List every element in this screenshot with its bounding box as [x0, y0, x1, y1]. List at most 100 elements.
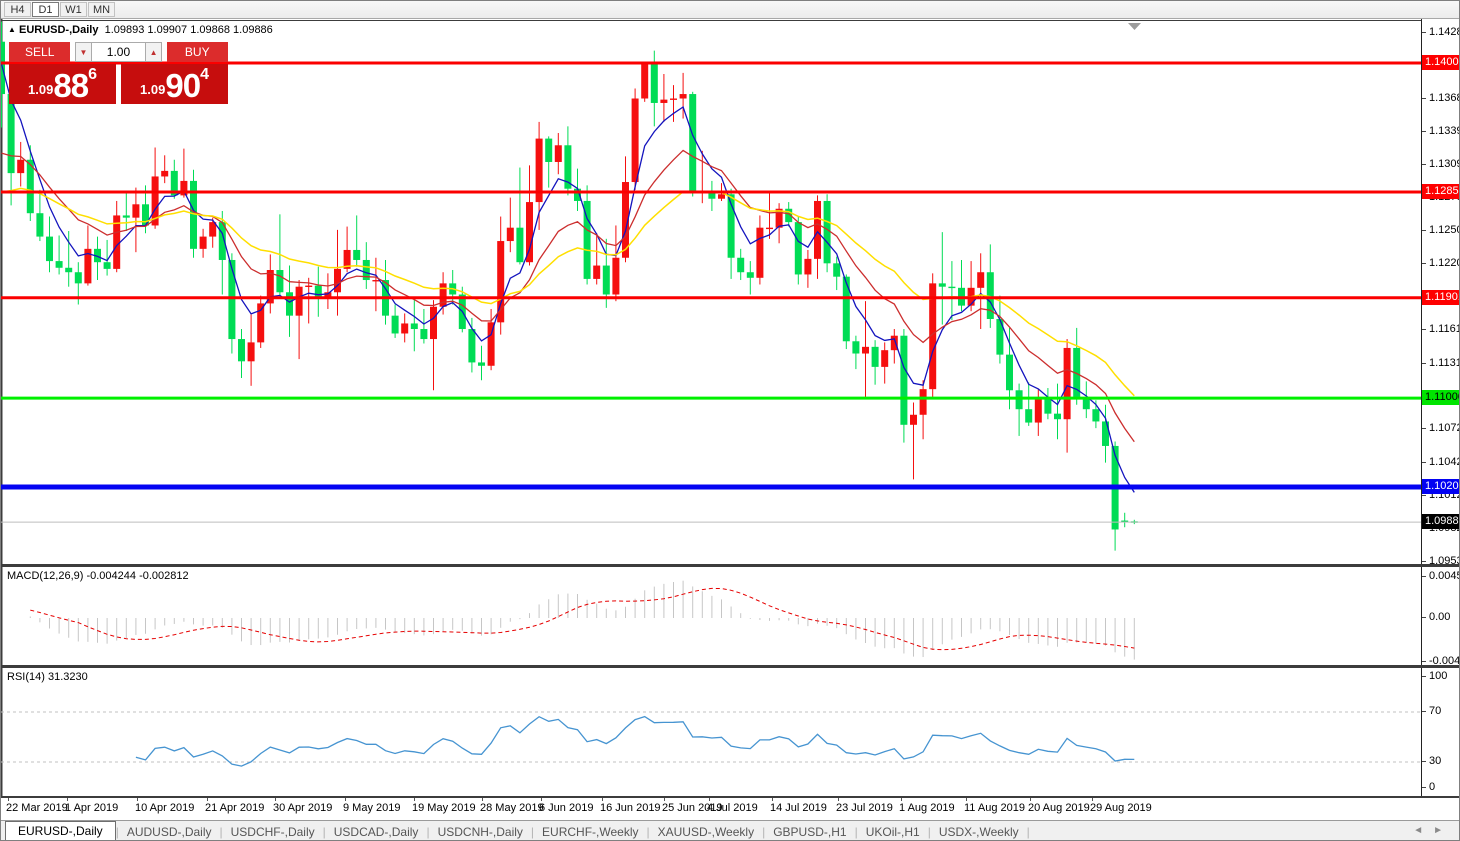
macd-axis: 0.0045170.00-0.004830 [1421, 567, 1460, 667]
date-label: 22 Mar 2019 [6, 802, 68, 814]
rsi-tick-label: 0 [1429, 781, 1435, 794]
chart-tab-usdx[interactable]: USDX-,Weekly [931, 823, 1027, 841]
date-label: 1 Apr 2019 [65, 802, 118, 814]
chart-tab-eurchf[interactable]: EURCHF-,Weekly [534, 823, 646, 841]
date-label: 23 Jul 2019 [836, 802, 893, 814]
chart-tab-gbpusd[interactable]: GBPUSD-,H1 [765, 823, 854, 841]
date-label: 11 Aug 2019 [964, 802, 1025, 814]
macd-label: MACD(12,26,9) -0.004244 -0.002812 [7, 570, 189, 582]
date-tick [838, 798, 839, 801]
symbol-period-label: EURUSD-,Daily [19, 24, 98, 36]
date-tick [772, 798, 773, 801]
date-label: 20 Aug 2019 [1028, 802, 1090, 814]
volume-decrease-button[interactable]: ▼ [75, 42, 91, 62]
sell-price-display[interactable]: 1.09886 [9, 64, 116, 104]
date-tick [664, 798, 665, 801]
price-tick-label: 1.14280 [1429, 26, 1460, 39]
rsi-label: RSI(14) 31.3230 [7, 671, 88, 683]
panel-splitter[interactable] [1, 665, 1460, 668]
date-tick [414, 798, 415, 801]
date-label: 9 May 2019 [343, 802, 400, 814]
macd-panel[interactable]: MACD(12,26,9) -0.004244 -0.002812 0.0045… [1, 567, 1460, 667]
chart-tab-usdcnh[interactable]: USDCNH-,Daily [430, 823, 531, 841]
timeframe-toolbar: H4D1W1MN [1, 1, 1460, 19]
panel-splitter[interactable] [1, 564, 1460, 567]
volume-increase-button[interactable]: ▲ [145, 42, 161, 62]
timeframe-button-w1[interactable]: W1 [60, 2, 87, 17]
tab-separator: | [1027, 825, 1030, 839]
date-label: 6 Jun 2019 [539, 802, 593, 814]
chart-tab-ukoil[interactable]: UKOil-,H1 [858, 823, 928, 841]
date-tick [275, 798, 276, 801]
buy-price-prefix: 1.09 [140, 82, 165, 97]
macd-plot [1, 567, 1460, 667]
date-tick [709, 798, 710, 801]
date-tick [901, 798, 902, 801]
price-tick-label: 1.13090 [1429, 158, 1460, 171]
date-tick [482, 798, 483, 801]
price-axis: 1.142801.139851.136851.133901.130901.127… [1421, 19, 1460, 564]
sell-price-pip: 6 [88, 66, 97, 84]
date-tick [137, 798, 138, 801]
price-level-badge: 1.12851 [1422, 184, 1460, 199]
rsi-tick-label: 30 [1429, 755, 1441, 768]
date-label: 16 Jun 2019 [600, 802, 661, 814]
buy-price-big: 90 [165, 71, 200, 101]
triangle-up-icon: ▲ [150, 48, 158, 57]
price-chart-panel[interactable]: ▲ EURUSD-,Daily 1.09893 1.09907 1.09868 … [1, 19, 1460, 564]
date-tick [1030, 798, 1031, 801]
chart-tab-usdcad[interactable]: USDCAD-,Daily [326, 823, 427, 841]
price-tick-label: 1.12500 [1429, 224, 1460, 237]
price-level-badge: 1.09886 [1422, 514, 1460, 529]
date-axis: 22 Mar 20191 Apr 2019 10 Apr 2019 21 Apr 2… [1, 798, 1460, 820]
chart-tab-xauusd[interactable]: XAUUSD-,Weekly [650, 823, 762, 841]
date-tick [67, 798, 68, 801]
chart-tab-eurusd[interactable]: EURUSD-,Daily [5, 821, 116, 841]
rsi-tick-label: 70 [1429, 705, 1441, 718]
tab-scroll-arrows[interactable]: ◄► [1413, 825, 1453, 836]
chart-tab-audusd[interactable]: AUDUSD-,Daily [119, 823, 220, 841]
date-label: 29 Aug 2019 [1090, 802, 1152, 814]
price-tick-label: 1.10720 [1429, 422, 1460, 435]
date-label: 4 Jul 2019 [707, 802, 758, 814]
sell-price-prefix: 1.09 [28, 82, 53, 97]
macd-tick-label: 0.00 [1429, 611, 1450, 624]
date-tick [1092, 798, 1093, 801]
date-tick [541, 798, 542, 801]
panel-splitter[interactable] [1, 796, 1460, 798]
price-level-badge: 1.14009 [1422, 55, 1460, 70]
rsi-panel[interactable]: RSI(14) 31.3230 100 70 30 0 [1, 668, 1460, 796]
price-tick-label: 1.11310 [1429, 357, 1460, 370]
date-tick [345, 798, 346, 801]
date-label: 21 Apr 2019 [205, 802, 264, 814]
price-tick-label: 1.11610 [1429, 323, 1460, 336]
volume-input[interactable]: 1.00 [92, 42, 146, 62]
rsi-plot [1, 668, 1460, 796]
chart-shift-marker-icon[interactable] [1128, 23, 1141, 30]
chart-tab-usdchf[interactable]: USDCHF-,Daily [223, 823, 323, 841]
terminal-window: H4D1W1MN ▲ EURUSD-,Daily 1.09893 1.09907… [0, 0, 1460, 841]
sell-button[interactable]: SELL [9, 42, 70, 62]
date-label: 30 Apr 2019 [273, 802, 332, 814]
chart-symbol-title: ▲ EURUSD-,Daily 1.09893 1.09907 1.09868 … [8, 24, 273, 36]
date-tick [8, 798, 9, 801]
date-label: 10 Apr 2019 [135, 802, 194, 814]
buy-button[interactable]: BUY [167, 42, 228, 62]
price-tick-label: 1.13390 [1429, 125, 1460, 138]
timeframe-button-d1[interactable]: D1 [32, 2, 59, 17]
buy-price-pip: 4 [200, 66, 209, 84]
price-level-badge: 1.11901 [1422, 290, 1460, 305]
chart-tab-bar: EURUSD-,Daily|AUDUSD-,Daily|USDCHF-,Dail… [1, 820, 1460, 841]
one-click-trade-widget: SELL ▼ 1.00 ▲ BUY 1.09886 1.09904 [9, 42, 228, 104]
rsi-axis: 100 70 30 0 [1421, 668, 1460, 796]
date-label: 1 Aug 2019 [899, 802, 955, 814]
collapse-arrow-icon[interactable]: ▲ [8, 25, 16, 34]
timeframe-button-h4[interactable]: H4 [4, 2, 31, 17]
rsi-tick-label: 100 [1429, 670, 1447, 683]
buy-price-display[interactable]: 1.09904 [121, 64, 228, 104]
sell-price-big: 88 [53, 71, 88, 101]
date-label: 19 May 2019 [412, 802, 476, 814]
date-tick [207, 798, 208, 801]
price-tick-label: 1.12200 [1429, 257, 1460, 270]
timeframe-button-mn[interactable]: MN [88, 2, 115, 17]
